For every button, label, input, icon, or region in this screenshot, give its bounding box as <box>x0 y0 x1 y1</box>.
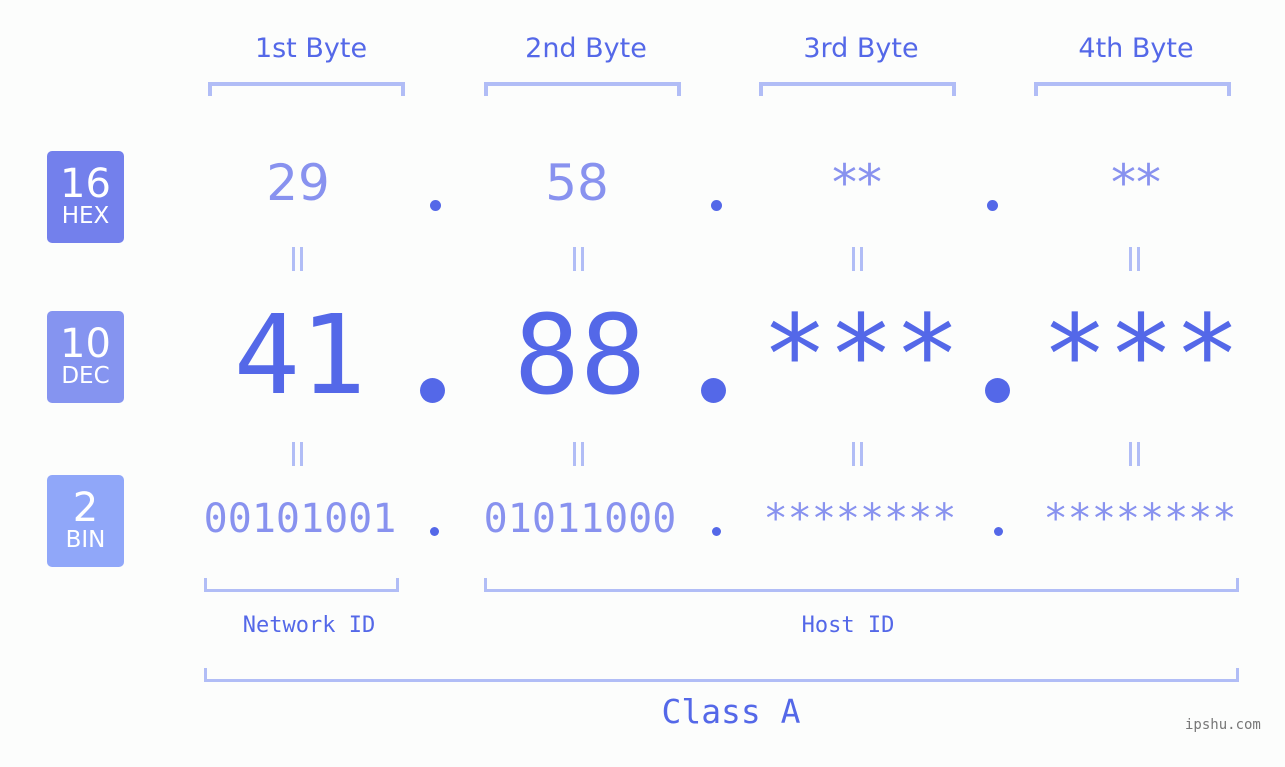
bin-value-1: 00101001 <box>203 496 397 542</box>
byte-header-3: 3rd Byte <box>803 33 919 64</box>
equals-icon <box>850 442 866 466</box>
host-id-label: Host ID <box>801 613 895 638</box>
dec-dot-3 <box>985 378 1010 403</box>
hex-badge-label: HEX <box>61 203 110 229</box>
equals-icon <box>571 247 587 271</box>
byte-bracket-4 <box>1034 82 1231 96</box>
equals-icon <box>571 442 587 466</box>
hex-dot-2 <box>711 200 722 211</box>
hex-badge-number: 16 <box>60 161 111 207</box>
bin-value-3: ******** <box>763 496 957 542</box>
hex-value-4: ** <box>1111 154 1161 212</box>
bin-badge: 2 BIN <box>47 475 124 567</box>
dec-badge-number: 10 <box>60 321 111 367</box>
watermark: ipshu.com <box>1185 717 1261 733</box>
hex-value-3: ** <box>832 154 882 212</box>
host-bracket <box>484 578 1239 592</box>
dec-badge-label: DEC <box>61 363 110 389</box>
dec-dot-2 <box>701 378 726 403</box>
equals-icon <box>1127 442 1143 466</box>
dec-value-4: *** <box>1041 291 1241 419</box>
byte-bracket-2 <box>484 82 681 96</box>
hex-dot-1 <box>430 200 441 211</box>
equals-icon <box>850 247 866 271</box>
byte-header-1: 1st Byte <box>254 33 368 64</box>
dec-value-2: 88 <box>513 291 647 419</box>
hex-value-2: 58 <box>545 154 609 212</box>
hex-badge: 16 HEX <box>47 151 124 243</box>
bin-badge-number: 2 <box>72 485 99 531</box>
bin-badge-label: BIN <box>65 527 106 553</box>
dec-value-1: 41 <box>233 291 367 419</box>
bin-value-2: 01011000 <box>483 496 677 542</box>
bin-dot-2 <box>712 527 721 536</box>
network-id-label: Network ID <box>242 613 376 638</box>
equals-icon <box>1127 247 1143 271</box>
network-bracket <box>204 578 399 592</box>
hex-value-1: 29 <box>266 154 330 212</box>
class-bracket <box>204 668 1239 682</box>
byte-header-4: 4th Byte <box>1078 33 1194 64</box>
bin-value-4: ******** <box>1043 496 1237 542</box>
bin-dot-1 <box>430 527 439 536</box>
byte-bracket-1 <box>208 82 405 96</box>
dec-value-3: *** <box>761 291 961 419</box>
dec-badge: 10 DEC <box>47 311 124 403</box>
class-label: Class A <box>661 692 801 731</box>
hex-dot-3 <box>987 200 998 211</box>
byte-bracket-3 <box>759 82 956 96</box>
equals-icon <box>290 442 306 466</box>
byte-header-2: 2nd Byte <box>525 33 647 64</box>
equals-icon <box>290 247 306 271</box>
dec-dot-1 <box>420 378 445 403</box>
bin-dot-3 <box>994 527 1003 536</box>
